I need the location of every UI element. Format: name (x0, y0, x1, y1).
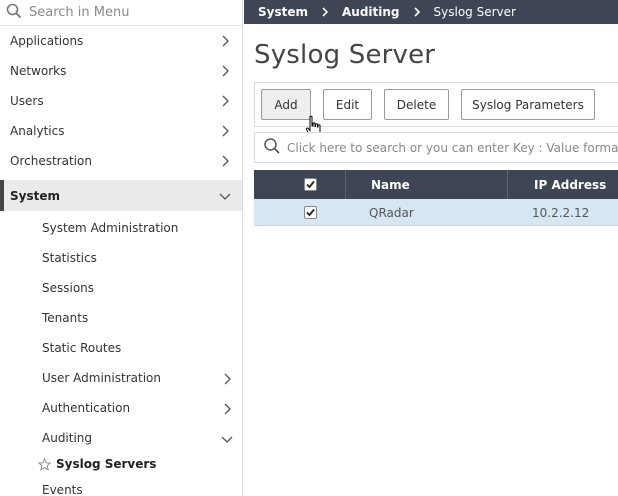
menu-search-placeholder[interactable]: Search in Menu (29, 5, 129, 20)
table-row[interactable]: QRadar 10.2.2.12 (254, 199, 618, 226)
sidebar-item-auditing[interactable]: Auditing (0, 423, 242, 453)
checkmark-icon (306, 208, 315, 217)
column-header-name[interactable]: Name (371, 170, 410, 199)
page-title: Syslog Server (254, 40, 436, 70)
sidebar-item-system-administration[interactable]: System Administration (0, 213, 242, 243)
sidebar-item-label: Events (42, 483, 83, 496)
search-icon (263, 137, 281, 159)
sidebar-item-label: Orchestration (10, 154, 92, 168)
syslog-parameters-button[interactable]: Syslog Parameters (461, 89, 595, 120)
action-toolbar: Add Edit Delete Syslog Parameters (254, 82, 618, 138)
menu-search[interactable]: Search in Menu (0, 0, 242, 26)
sidebar-item-applications[interactable]: Applications (0, 26, 242, 56)
sidebar-item-label: Statistics (42, 251, 97, 265)
chevron-right-icon (222, 155, 229, 167)
sidebar-item-label: Analytics (10, 124, 65, 138)
sidebar-item-authentication[interactable]: Authentication (0, 393, 242, 423)
sidebar-item-label: Applications (10, 34, 84, 48)
sidebar-item-syslog-servers[interactable]: Syslog Servers (0, 453, 242, 475)
syslog-server-table: Name IP Address QRadar 10.2.2.12 (254, 170, 618, 226)
breadcrumb: System Auditing Syslog Server (244, 0, 618, 24)
chevron-right-icon (322, 7, 329, 17)
chevron-right-icon (222, 95, 229, 107)
sidebar-item-label: Sessions (42, 281, 95, 295)
chevron-right-icon (224, 373, 231, 385)
sidebar-item-user-administration[interactable]: User Administration (0, 363, 242, 393)
sidebar-item-events[interactable]: Events (0, 475, 242, 496)
cell-name: QRadar (369, 205, 414, 220)
sidebar-item-sessions[interactable]: Sessions (0, 273, 242, 303)
sidebar-item-label: User Administration (42, 371, 161, 385)
sidebar-item-label: System (10, 188, 60, 203)
chevron-right-icon (222, 65, 229, 77)
sidebar-item-label: Users (10, 94, 44, 108)
cell-ip-address: 10.2.2.12 (532, 205, 590, 220)
sidebar-item-tenants[interactable]: Tenants (0, 303, 242, 333)
sidebar-item-networks[interactable]: Networks (0, 56, 242, 86)
column-divider (507, 170, 508, 199)
sidebar-item-orchestration[interactable]: Orchestration (0, 146, 242, 176)
search-placeholder[interactable]: Click here to search or you can enter Ke… (287, 141, 618, 155)
chevron-right-icon (413, 7, 420, 17)
column-divider (345, 170, 346, 199)
sidebar-item-static-routes[interactable]: Static Routes (0, 333, 242, 363)
sidebar-item-label: Tenants (42, 311, 89, 325)
sidebar-item-statistics[interactable]: Statistics (0, 243, 242, 273)
sidebar-item-label: Networks (10, 64, 67, 78)
sidebar-item-label: System Administration (42, 221, 179, 235)
edit-button[interactable]: Edit (323, 89, 372, 120)
select-all-checkbox[interactable] (304, 170, 317, 199)
chevron-right-icon (222, 125, 229, 137)
table-header: Name IP Address (254, 170, 618, 199)
breadcrumb-auditing[interactable]: Auditing (342, 5, 400, 19)
delete-button[interactable]: Delete (384, 89, 449, 120)
sidebar-item-system[interactable]: System (0, 180, 242, 211)
sidebar-item-label: Syslog Servers (56, 457, 157, 471)
star-icon[interactable] (38, 457, 51, 471)
table-search-input[interactable]: Click here to search or you can enter Ke… (254, 132, 618, 163)
sidebar-item-label: Auditing (42, 431, 93, 445)
sidebar-item-users[interactable]: Users (0, 86, 242, 116)
chevron-right-icon (224, 403, 231, 415)
column-header-ip-address[interactable]: IP Address (534, 170, 606, 199)
sidebar-menu: Search in Menu Applications Networks Use… (0, 0, 243, 496)
breadcrumb-syslog-server: Syslog Server (433, 5, 516, 19)
add-button[interactable]: Add (261, 89, 311, 120)
checkbox[interactable] (304, 206, 317, 219)
chevron-right-icon (222, 35, 229, 47)
sidebar-item-analytics[interactable]: Analytics (0, 116, 242, 146)
breadcrumb-system[interactable]: System (258, 5, 308, 19)
sidebar-item-label: Authentication (42, 401, 131, 415)
chevron-down-icon (219, 193, 231, 200)
search-icon (6, 3, 22, 23)
main-content: Syslog Server Add Edit Delete Syslog Par… (244, 24, 618, 496)
chevron-down-icon (221, 436, 233, 443)
sidebar-item-label: Static Routes (42, 341, 122, 355)
checkmark-icon (306, 180, 315, 189)
row-checkbox[interactable] (304, 199, 317, 226)
checkbox[interactable] (304, 178, 317, 191)
